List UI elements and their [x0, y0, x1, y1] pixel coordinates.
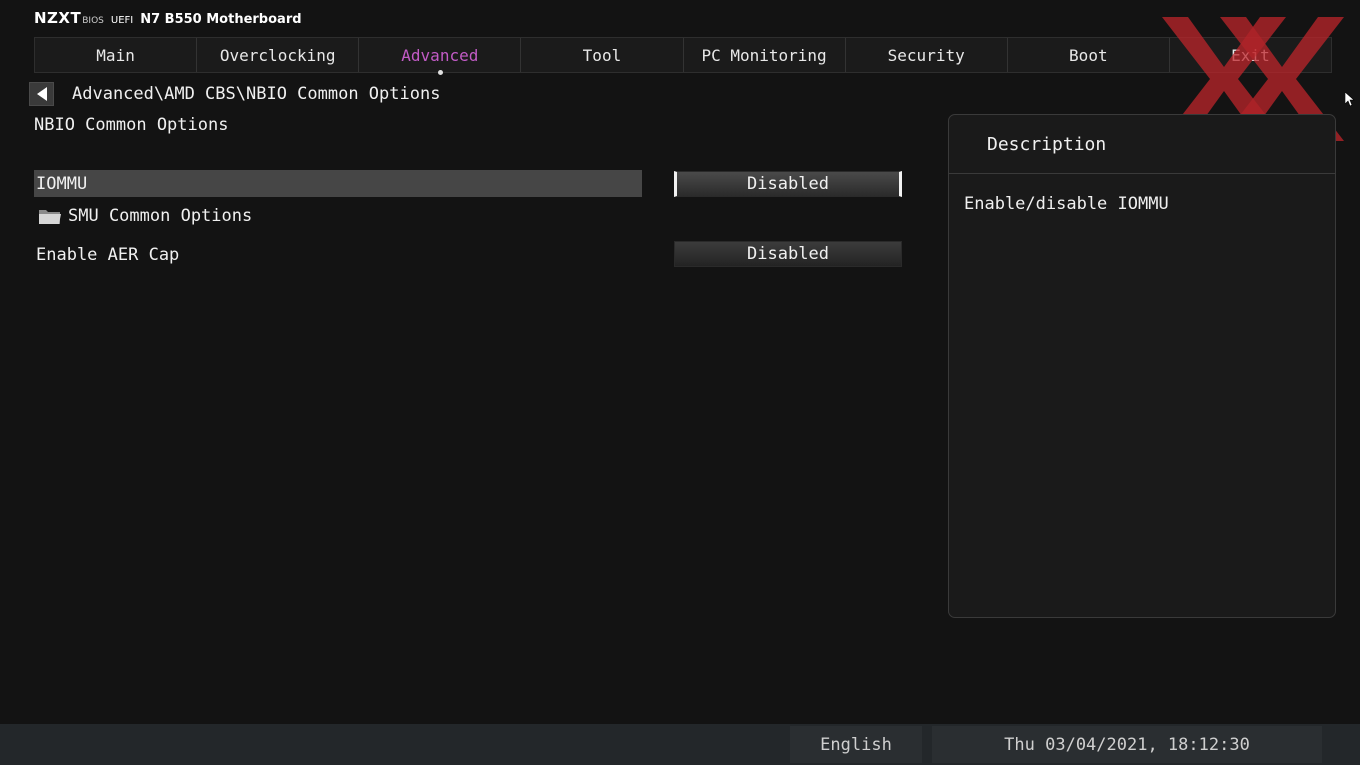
submenu-smu-common-options[interactable]: SMU Common Options	[38, 202, 252, 229]
brand-name: NZXT	[34, 9, 82, 27]
date-time-display: Thu 03/04/2021, 18:12:30	[932, 726, 1322, 763]
mouse-cursor-icon	[1345, 92, 1355, 106]
brand-logo: NZXT BIOS UEFI N7 B550 Motherboard	[34, 9, 302, 29]
tab-advanced[interactable]: Advanced	[359, 38, 522, 75]
model-name: N7 B550 Motherboard	[140, 12, 302, 27]
iommu-value-button[interactable]: Disabled	[674, 171, 902, 197]
tab-exit[interactable]: Exit	[1170, 38, 1331, 72]
description-panel: Description Enable/disable IOMMU	[948, 114, 1336, 618]
setting-iommu-label[interactable]: IOMMU	[34, 170, 642, 197]
description-title: Description	[949, 115, 1335, 174]
back-button[interactable]	[29, 82, 54, 106]
tab-pc-monitoring[interactable]: PC Monitoring	[684, 38, 846, 72]
back-arrow-icon	[36, 87, 47, 101]
uefi-label: UEFI	[110, 15, 134, 26]
submenu-label: SMU Common Options	[68, 205, 253, 226]
breadcrumb: Advanced\AMD CBS\NBIO Common Options	[72, 84, 441, 104]
bios-screen: NZXT BIOS UEFI N7 B550 Motherboard Main …	[0, 0, 1360, 765]
page-title: NBIO Common Options	[34, 115, 229, 135]
aer-cap-value-button[interactable]: Disabled	[674, 241, 902, 267]
tab-boot[interactable]: Boot	[1008, 38, 1170, 72]
tab-security[interactable]: Security	[846, 38, 1008, 72]
tab-tool[interactable]: Tool	[521, 38, 684, 72]
description-text: Enable/disable IOMMU	[964, 194, 1169, 214]
folder-icon	[39, 209, 61, 224]
tab-overclocking[interactable]: Overclocking	[197, 38, 360, 72]
bios-label: BIOS	[82, 16, 104, 26]
setting-aer-cap-label[interactable]: Enable AER Cap	[34, 241, 179, 268]
tab-main[interactable]: Main	[35, 38, 198, 72]
language-selector[interactable]: English	[790, 726, 922, 763]
main-tab-bar: Main Overclocking Advanced Tool PC Monit…	[34, 37, 1332, 75]
